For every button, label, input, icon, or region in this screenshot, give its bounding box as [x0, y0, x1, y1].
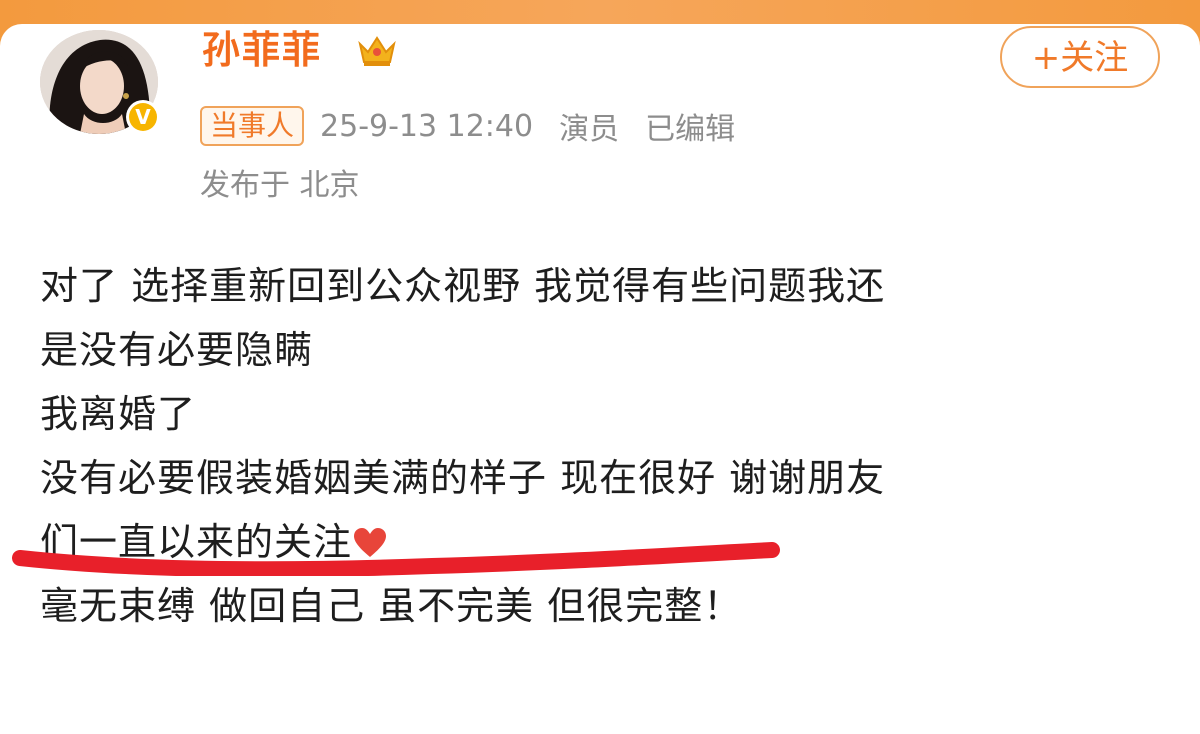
post-line: 我离婚了 — [40, 392, 197, 436]
post-location: 发布于 北京 — [200, 168, 360, 203]
post-line-with-heart: 们一直以来的关注 — [40, 510, 1160, 574]
post-line: 对了 选择重新回到公众视野 我觉得有些问题我还 — [40, 264, 886, 308]
verified-badge-icon: V — [126, 100, 160, 134]
crown-icon — [358, 36, 396, 66]
party-tag: 当事人 — [200, 106, 305, 146]
edited-label[interactable]: 已编辑 — [645, 104, 735, 148]
post-timestamp: 25-9-13 12:40 — [320, 108, 534, 144]
post-line: 是没有必要隐瞒 — [40, 328, 314, 372]
follow-button[interactable]: +关注 — [1000, 26, 1160, 88]
post-line-text: 们一直以来的关注 — [40, 520, 353, 564]
post-line: 没有必要假装婚姻美满的样子 现在很好 谢谢朋友 — [40, 456, 886, 500]
weibo-post-card: V 孙菲菲 +关注 当事人 25-9-13 12:40 演员 已编辑 发布于 北… — [0, 24, 1200, 734]
author-role: 演员 — [559, 112, 620, 147]
post-body: 对了 选择重新回到公众视野 我觉得有些问题我还 是没有必要隐瞒 我离婚了 没有必… — [40, 254, 1160, 638]
post-line: 毫无束缚 做回自己 虽不完美 但很完整！ — [40, 584, 743, 628]
post-meta: 当事人 25-9-13 12:40 演员 已编辑 — [200, 104, 735, 148]
username[interactable]: 孙菲菲 — [202, 24, 322, 76]
heart-icon — [354, 528, 387, 557]
